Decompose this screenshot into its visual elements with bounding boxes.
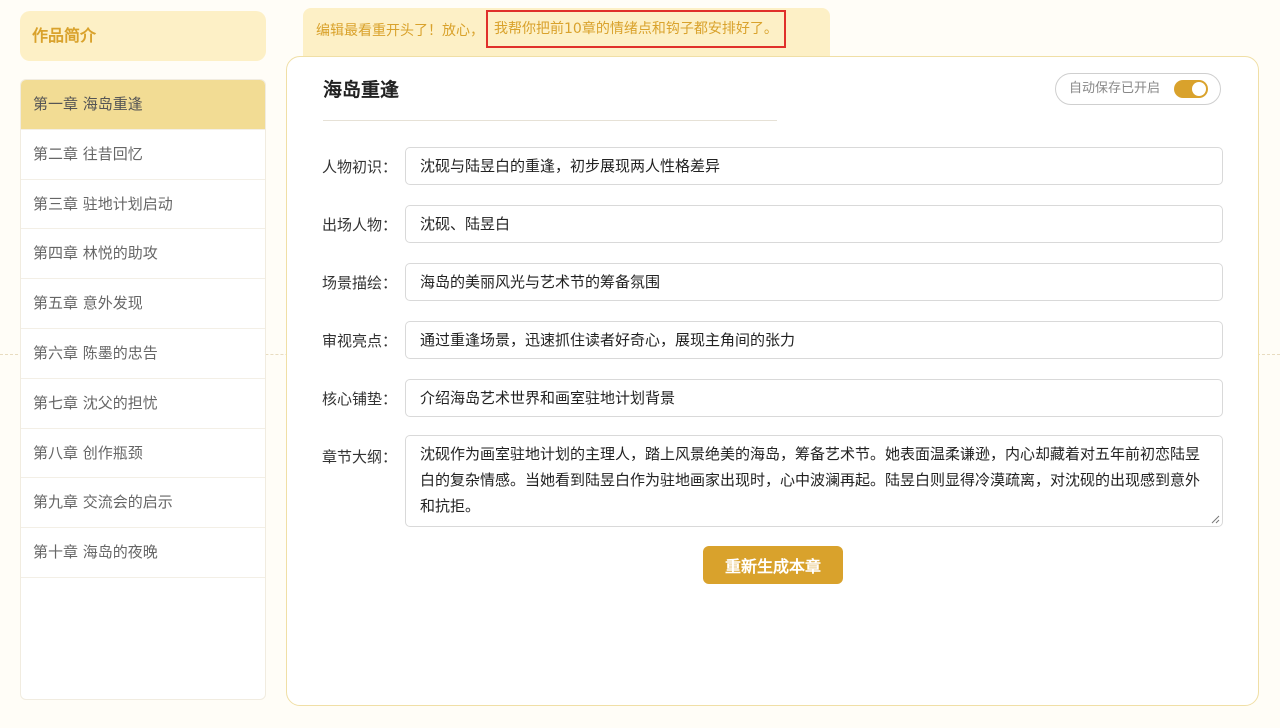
- outline-textarea[interactable]: 沈砚作为画室驻地计划的主理人，踏上风景绝美的海岛，筹备艺术节。她表面温柔谦逊，内…: [405, 435, 1223, 527]
- chapter-editor-panel: 海岛重逢 自动保存已开启 人物初识： 沈砚与陆昱白的重逢，初步展现两人性格差异 …: [286, 56, 1259, 706]
- field-label-highlights: 审视亮点：: [322, 332, 398, 350]
- resize-handle-icon[interactable]: [1211, 515, 1220, 524]
- outline-text: 沈砚作为画室驻地计划的主理人，踏上风景绝美的海岛，筹备艺术节。她表面温柔谦逊，内…: [420, 445, 1201, 515]
- chapter-item-7[interactable]: 第七章 沈父的担忧: [21, 379, 265, 429]
- foreshadowing-input[interactable]: 介绍海岛艺术世界和画室驻地计划背景: [405, 379, 1223, 417]
- chapter-title: 海岛重逢: [323, 75, 777, 121]
- field-label-characters: 出场人物：: [322, 216, 398, 234]
- chapter-item-3[interactable]: 第三章 驻地计划启动: [21, 180, 265, 230]
- autosave-toggle[interactable]: 自动保存已开启: [1055, 73, 1221, 105]
- chapter-list: 第一章 海岛重逢 第二章 往昔回忆 第三章 驻地计划启动 第四章 林悦的助攻 第…: [20, 79, 266, 700]
- regenerate-chapter-button[interactable]: 重新生成本章: [703, 546, 843, 584]
- chapter-item-5[interactable]: 第五章 意外发现: [21, 279, 265, 329]
- highlights-input[interactable]: 通过重逢场景，迅速抓住读者好奇心，展现主角间的张力: [405, 321, 1223, 359]
- banner-prefix: 编辑最看重开头了！放心，: [316, 23, 484, 39]
- chapter-item-1[interactable]: 第一章 海岛重逢: [21, 80, 265, 130]
- chapter-item-2[interactable]: 第二章 往昔回忆: [21, 130, 265, 180]
- scene-input[interactable]: 海岛的美丽风光与艺术节的筹备氛围: [405, 263, 1223, 301]
- work-intro-button[interactable]: 作品简介: [20, 11, 266, 61]
- toggle-knob: [1192, 82, 1206, 96]
- chapter-item-10[interactable]: 第十章 海岛的夜晚: [21, 528, 265, 578]
- autosave-label: 自动保存已开启: [1069, 81, 1161, 96]
- field-label-character-intro: 人物初识：: [322, 158, 398, 176]
- chapter-item-8[interactable]: 第八章 创作瓶颈: [21, 429, 265, 479]
- banner-highlight: 我帮你把前10章的情绪点和钩子都安排好了。: [486, 10, 786, 48]
- toggle-switch[interactable]: [1174, 80, 1208, 98]
- characters-input[interactable]: 沈砚、陆昱白: [405, 205, 1223, 243]
- field-label-outline: 章节大纲：: [322, 448, 398, 466]
- chapter-item-6[interactable]: 第六章 陈墨的忠告: [21, 329, 265, 379]
- chapter-item-4[interactable]: 第四章 林悦的助攻: [21, 229, 265, 280]
- chapter-item-9[interactable]: 第九章 交流会的启示: [21, 478, 265, 529]
- field-label-scene: 场景描绘：: [322, 274, 398, 292]
- field-label-foreshadowing: 核心铺垫：: [322, 390, 398, 408]
- character-intro-input[interactable]: 沈砚与陆昱白的重逢，初步展现两人性格差异: [405, 147, 1223, 185]
- assistant-banner: 编辑最看重开头了！放心， 我帮你把前10章的情绪点和钩子都安排好了。: [303, 8, 830, 56]
